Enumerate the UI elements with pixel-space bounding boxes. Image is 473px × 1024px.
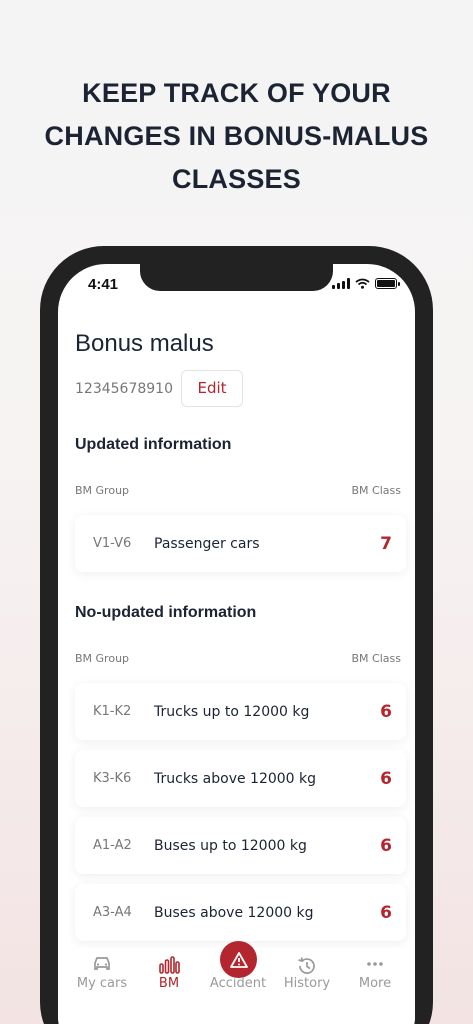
list-item[interactable]: A1-A2 Buses up to 12000 kg 6 bbox=[75, 817, 406, 874]
bar-chart-icon bbox=[134, 956, 204, 978]
list-item[interactable]: K1-K2 Trucks up to 12000 kg 6 bbox=[75, 683, 406, 740]
tab-accident[interactable]: Accident bbox=[203, 976, 273, 991]
phone-frame: 4:41 Bonus malus 12345678910 Edit Update… bbox=[40, 246, 433, 1024]
headline-line-2: CHANGES IN BONUS-MALUS bbox=[44, 121, 429, 151]
updated-column-headers: BM Group BM Class bbox=[75, 484, 401, 497]
not-updated-column-headers: BM Group BM Class bbox=[75, 652, 401, 665]
bm-class: 6 bbox=[380, 902, 392, 923]
updated-section-title: Updated information bbox=[75, 436, 232, 453]
list-item[interactable]: V1-V6 Passenger cars 7 bbox=[75, 515, 406, 572]
phone-screen: 4:41 Bonus malus 12345678910 Edit Update… bbox=[58, 264, 415, 1024]
signal-icon bbox=[332, 278, 350, 289]
headline-line-1: KEEP TRACK OF YOUR bbox=[82, 78, 391, 108]
wifi-icon bbox=[355, 278, 370, 289]
bm-class: 6 bbox=[380, 835, 392, 856]
bm-group: A3-A4 bbox=[93, 905, 132, 920]
col-bm-class: BM Class bbox=[351, 652, 401, 665]
col-bm-group: BM Group bbox=[75, 484, 130, 497]
tab-bm[interactable]: BM bbox=[134, 976, 204, 991]
notch bbox=[140, 264, 333, 291]
car-icon bbox=[67, 956, 137, 976]
bm-class: 6 bbox=[380, 768, 392, 789]
tab-my-cars[interactable]: My cars bbox=[67, 976, 137, 991]
policy-number: 12345678910 bbox=[75, 381, 173, 397]
bm-group: V1-V6 bbox=[93, 536, 132, 551]
vehicle-type: Buses above 12000 kg bbox=[154, 904, 314, 921]
bm-group: K1-K2 bbox=[93, 704, 132, 719]
status-time: 4:41 bbox=[88, 276, 119, 293]
vehicle-type: Trucks above 12000 kg bbox=[154, 770, 317, 787]
vehicle-type: Buses up to 12000 kg bbox=[154, 837, 307, 854]
page-title: Bonus malus bbox=[75, 330, 214, 357]
col-bm-group: BM Group bbox=[75, 652, 130, 665]
list-item[interactable]: K3-K6 Trucks above 12000 kg 6 bbox=[75, 750, 406, 807]
list-item[interactable]: A3-A4 Buses above 12000 kg 6 bbox=[75, 884, 406, 941]
tab-history[interactable]: History bbox=[272, 976, 342, 991]
more-dots-icon bbox=[340, 956, 410, 976]
status-icons bbox=[332, 278, 400, 289]
headline-line-3: CLASSES bbox=[172, 164, 301, 194]
warning-icon bbox=[229, 951, 248, 968]
bm-class: 7 bbox=[380, 533, 392, 554]
edit-button[interactable]: Edit bbox=[181, 370, 243, 407]
bm-group: K3-K6 bbox=[93, 771, 132, 786]
vehicle-type: Trucks up to 12000 kg bbox=[154, 703, 310, 720]
headline: KEEP TRACK OF YOUR CHANGES IN BONUS-MALU… bbox=[0, 72, 473, 201]
bm-group: A1-A2 bbox=[93, 838, 132, 853]
not-updated-section-title: No-updated information bbox=[75, 604, 257, 621]
vehicle-type: Passenger cars bbox=[154, 535, 260, 552]
tab-more[interactable]: More bbox=[340, 976, 410, 991]
battery-icon bbox=[375, 278, 400, 289]
bm-class: 6 bbox=[380, 701, 392, 722]
col-bm-class: BM Class bbox=[351, 484, 401, 497]
accident-button[interactable] bbox=[220, 941, 257, 978]
